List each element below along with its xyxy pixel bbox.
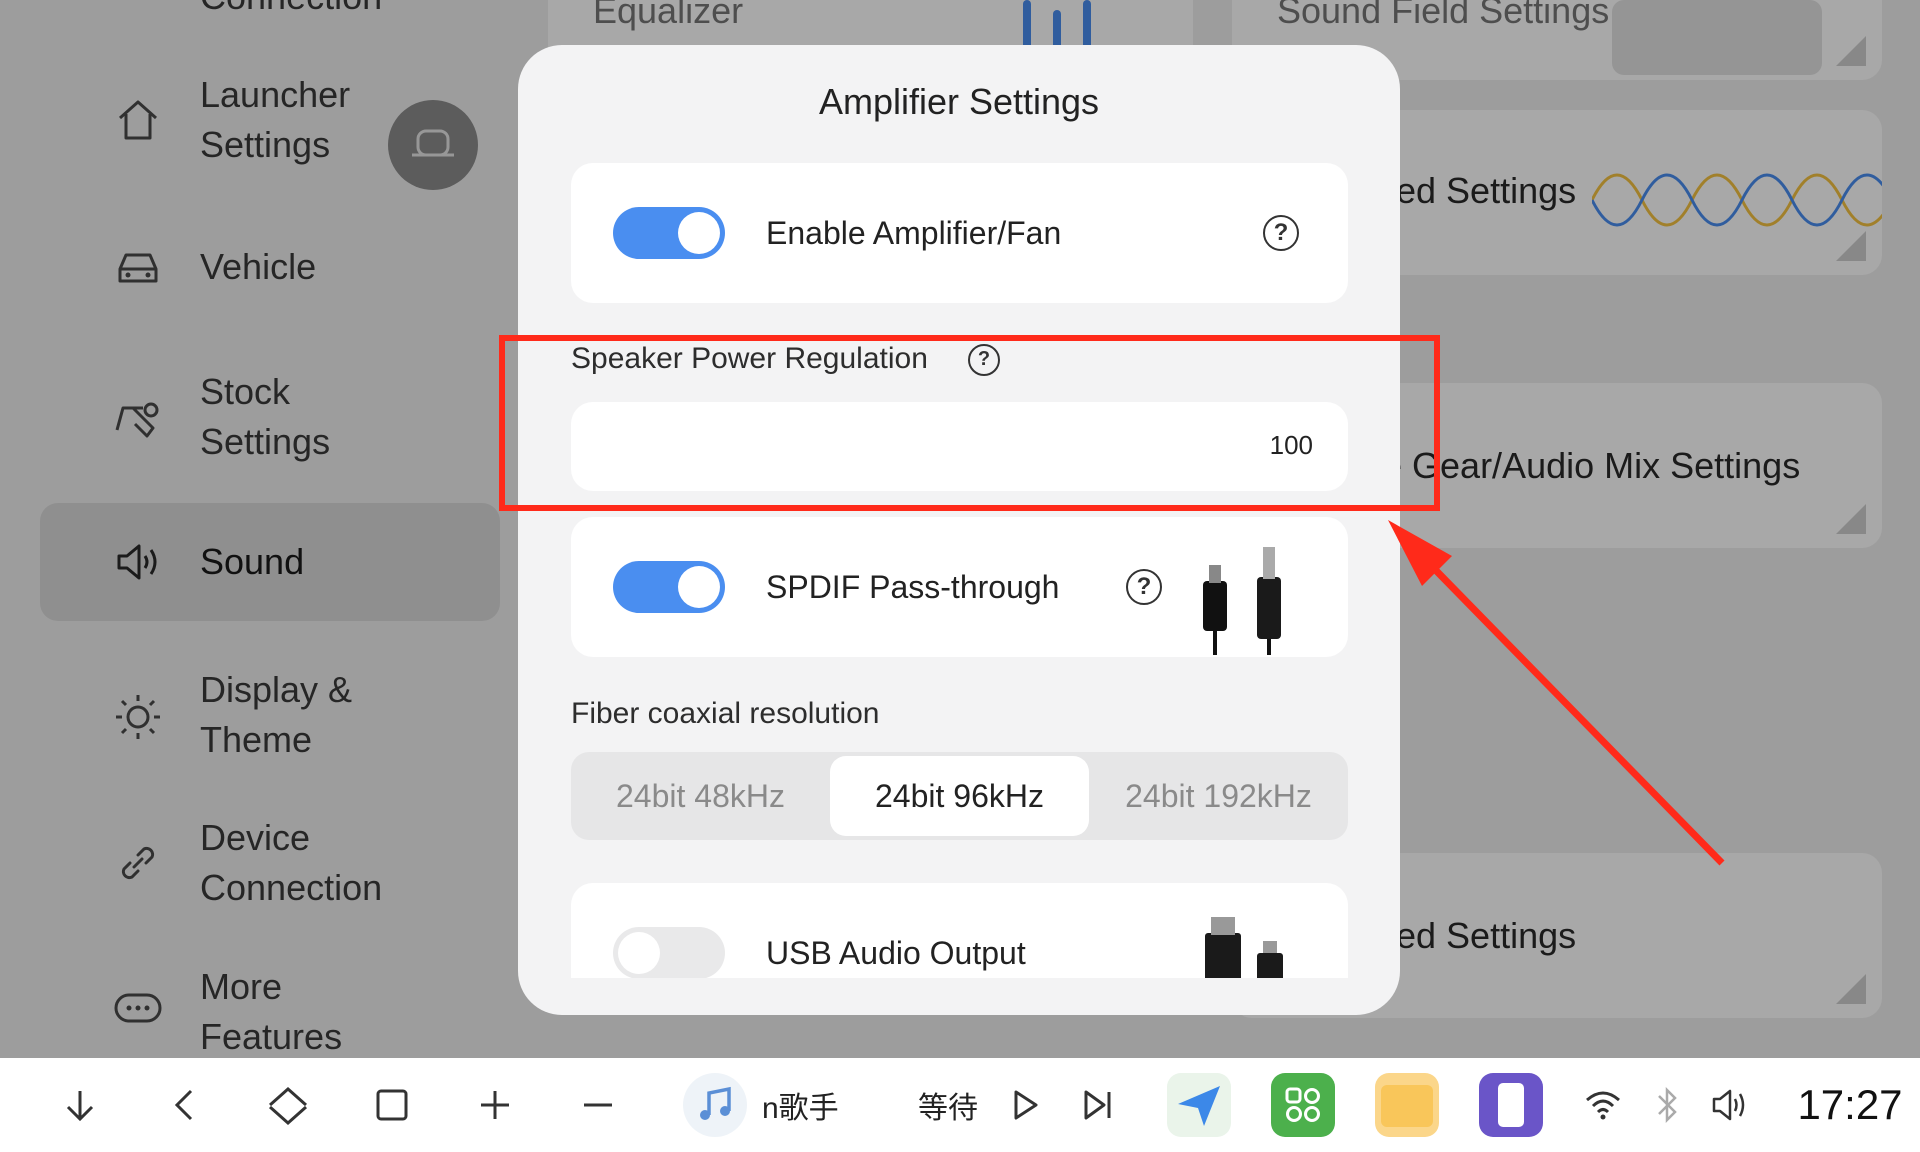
now-playing-title-text: 等待 [918, 1092, 978, 1125]
bluetooth-icon[interactable] [1643, 1058, 1693, 1152]
usb-cable-icon [1205, 917, 1283, 978]
volume-icon[interactable] [1705, 1058, 1755, 1152]
usb-audio-toggle[interactable] [613, 927, 725, 978]
highlight-annotation-box [499, 335, 1440, 511]
now-playing-artist[interactable]: n歌手 [762, 1058, 862, 1152]
collapse-down-icon[interactable] [50, 1058, 110, 1152]
phone-link-icon[interactable] [1476, 1058, 1546, 1152]
wifi-icon[interactable] [1578, 1058, 1628, 1152]
amplifier-settings-dialog: Amplifier Settings Enable Amplifier/Fan … [518, 45, 1400, 1015]
navigation-app-icon[interactable] [1164, 1058, 1234, 1152]
clock-time: 17:27 [1797, 1081, 1903, 1128]
back-icon[interactable] [155, 1058, 215, 1152]
music-note-icon[interactable] [680, 1058, 750, 1152]
now-playing-artist-text: n歌手 [762, 1092, 839, 1125]
volume-down-icon[interactable] [568, 1058, 628, 1152]
taskbar: n歌手 等待 17:27 [0, 1058, 1920, 1152]
modal-scroll-area: USB Audio Output [518, 45, 1400, 978]
recent-apps-icon[interactable] [362, 1058, 422, 1152]
apps-grid-icon[interactable] [1268, 1058, 1338, 1152]
usb-audio-label: USB Audio Output [766, 935, 1026, 971]
now-playing-title[interactable]: 等待 [918, 1058, 988, 1152]
files-folder-icon[interactable] [1372, 1058, 1442, 1152]
home-diamond-icon[interactable] [258, 1058, 318, 1152]
play-icon[interactable] [1000, 1058, 1050, 1152]
volume-up-icon[interactable] [465, 1058, 525, 1152]
usb-audio-row: USB Audio Output [571, 883, 1348, 978]
clock: 17:27 [1790, 1058, 1910, 1152]
next-track-icon[interactable] [1072, 1058, 1122, 1152]
